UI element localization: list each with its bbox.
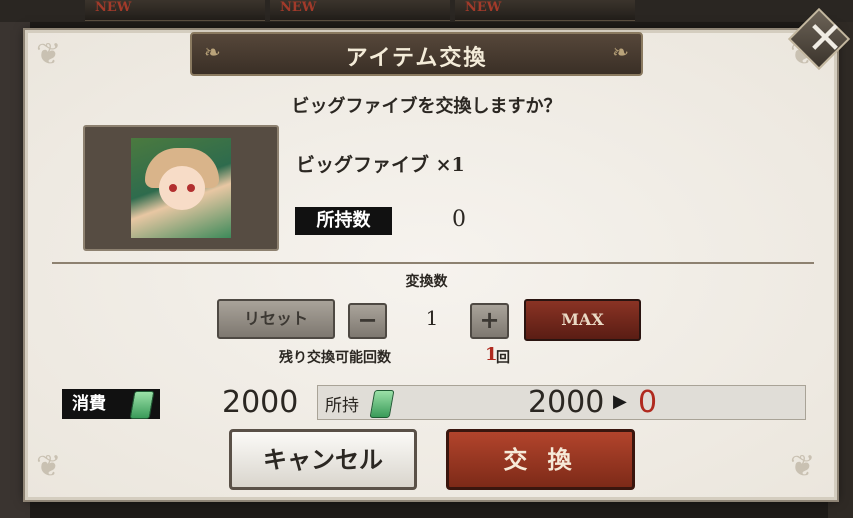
background-tab: NEW — [270, 0, 450, 21]
divider — [52, 262, 814, 264]
balance-before: 2000 — [528, 385, 605, 420]
cost-value: 2000 — [222, 385, 299, 420]
balance-label: 所持 — [325, 396, 359, 416]
increment-button[interactable]: + — [470, 303, 509, 339]
reset-button[interactable]: リセット — [217, 299, 335, 339]
quantity-value: 1 — [425, 306, 439, 330]
background-tab: NEW — [85, 0, 265, 21]
dialog-title-bar: ❧ ❧ アイテム交換 — [190, 32, 643, 76]
remaining-exchanges-label: 残り交換可能回数 — [279, 350, 391, 366]
arrow-right-icon: ▶ — [613, 391, 627, 412]
item-thumbnail — [131, 138, 231, 238]
dialog-title: アイテム交換 — [345, 45, 488, 71]
corner-ornament-icon: ❦ — [36, 37, 62, 72]
close-icon[interactable]: ✕ — [798, 12, 852, 66]
new-badge: NEW — [280, 0, 317, 15]
confirm-question: ビッグファイブを交換しますか？ — [291, 96, 562, 117]
cancel-button[interactable]: キャンセル — [229, 429, 417, 490]
exchange-button[interactable]: 交 換 — [446, 429, 635, 490]
corner-ornament-icon: ❦ — [36, 449, 62, 484]
remaining-exchanges-unit: 回 — [496, 350, 510, 366]
item-name: ビッグファイブ ×1 — [296, 154, 465, 176]
new-badge: NEW — [465, 0, 502, 15]
balance-after: 0 — [638, 385, 658, 420]
quantity-label: 変換数 — [405, 274, 448, 290]
corner-ornament-icon: ❦ — [790, 449, 816, 484]
new-badge: NEW — [95, 0, 132, 15]
decrement-button[interactable]: − — [348, 303, 387, 339]
owned-count-label: 所持数 — [295, 207, 392, 235]
owned-count-value: 0 — [452, 207, 466, 232]
background-tab: NEW — [455, 0, 635, 21]
max-button[interactable]: MAX — [524, 299, 641, 341]
